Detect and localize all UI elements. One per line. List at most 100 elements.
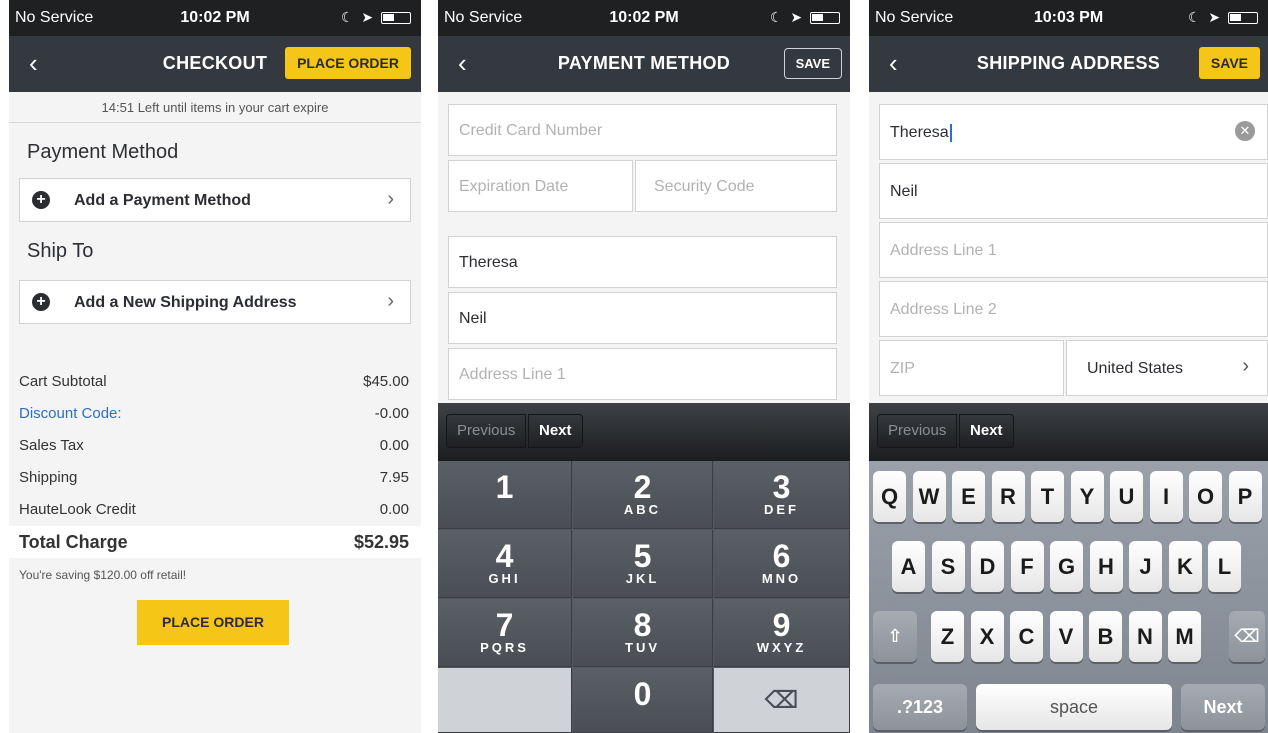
key-r[interactable]: R	[991, 471, 1025, 522]
add-payment-method-row[interactable]: + Add a Payment Method ›	[19, 178, 411, 222]
key-g[interactable]: G	[1050, 541, 1083, 592]
key-0[interactable]: 0	[573, 668, 713, 733]
key-w[interactable]: W	[912, 471, 946, 522]
save-button[interactable]: SAVE	[1198, 47, 1260, 79]
country-value: United States	[1087, 360, 1184, 377]
qwerty-keyboard: ⇧ ⌫ .?123 space Next QWERTYUIOP ASDFGHJKL…	[869, 461, 1268, 733]
place-order-top-button[interactable]: PLACE ORDER	[285, 47, 411, 79]
add-shipping-address-row[interactable]: + Add a New Shipping Address ›	[19, 280, 411, 324]
ship-to-heading: Ship To	[27, 240, 94, 262]
total-value: $52.95	[353, 532, 409, 552]
address-line-2-placeholder: Address Line 2	[890, 301, 997, 318]
next-key[interactable]: Next	[1181, 684, 1265, 730]
payment-method-heading: Payment Method	[27, 141, 179, 163]
summary-row-subtotal: Cart Subtotal $45.00	[9, 366, 421, 398]
expiration-date-field[interactable]: Expiration Date	[448, 160, 633, 212]
key-p[interactable]: P	[1228, 471, 1262, 522]
key-6[interactable]: 6 MNO	[714, 530, 850, 598]
credit-card-field[interactable]: Credit Card Number	[448, 104, 837, 156]
first-name-value: Theresa	[890, 124, 952, 142]
key-y[interactable]: Y	[1070, 471, 1104, 522]
summary-value: 0.00	[379, 501, 409, 518]
address-line-1-field[interactable]: Address Line 1	[879, 222, 1268, 278]
savings-note: You're saving $120.00 off retail!	[19, 568, 187, 582]
chevron-right-icon: ›	[1242, 355, 1249, 377]
key-z[interactable]: Z	[931, 611, 964, 662]
expiration-placeholder: Expiration Date	[459, 178, 569, 195]
key-3[interactable]: 3 DEF	[714, 461, 850, 529]
discount-code-link[interactable]: Discount Code:	[19, 405, 122, 422]
nav-bar: ‹ PAYMENT METHOD SAVE	[438, 36, 850, 92]
last-name-field[interactable]: Neil	[448, 292, 837, 344]
first-name-value: Theresa	[459, 254, 518, 271]
key-d[interactable]: D	[971, 541, 1004, 592]
place-order-button[interactable]: PLACE ORDER	[137, 600, 289, 645]
key-8[interactable]: 8 TUV	[573, 599, 713, 667]
zip-placeholder: ZIP	[890, 360, 915, 377]
key-9[interactable]: 9 WXYZ	[714, 599, 850, 667]
last-name-value: Neil	[890, 183, 918, 200]
key-i[interactable]: I	[1149, 471, 1183, 522]
backspace-icon[interactable]: ⌫	[1229, 611, 1265, 662]
country-selector[interactable]: United States ›	[1066, 340, 1268, 396]
backspace-icon[interactable]: ⌫	[714, 668, 850, 733]
credit-card-placeholder: Credit Card Number	[459, 122, 603, 139]
key-u[interactable]: U	[1110, 471, 1143, 522]
key-1[interactable]: 1	[438, 461, 572, 529]
key-m[interactable]: M	[1168, 611, 1201, 662]
previous-field-button[interactable]: Previous	[446, 414, 527, 448]
first-name-field[interactable]: Theresa	[448, 236, 837, 288]
chevron-right-icon: ›	[387, 290, 394, 312]
key-l[interactable]: L	[1208, 541, 1241, 592]
key-2[interactable]: 2 ABC	[573, 461, 713, 529]
key-f[interactable]: F	[1010, 541, 1044, 592]
address-line-1-placeholder: Address Line 1	[459, 366, 566, 383]
space-key[interactable]: space	[976, 684, 1172, 730]
key-5[interactable]: 5 JKL	[573, 530, 713, 598]
last-name-field[interactable]: Neil	[879, 163, 1268, 219]
nav-bar: ‹ CHECKOUT PLACE ORDER	[9, 36, 421, 92]
summary-row-credit: HauteLook Credit 0.00	[9, 494, 421, 526]
key-n[interactable]: N	[1128, 611, 1162, 662]
key-e[interactable]: E	[952, 471, 985, 522]
key-s[interactable]: S	[931, 541, 965, 592]
security-code-field[interactable]: Security Code	[635, 160, 837, 212]
status-bar: No Service 10:02 PM ☾ ➤	[438, 0, 850, 36]
summary-value: 7.95	[379, 469, 409, 486]
key-k[interactable]: K	[1168, 541, 1202, 592]
next-field-button[interactable]: Next	[959, 414, 1014, 448]
clear-text-icon[interactable]: ✕	[1235, 121, 1255, 141]
key-c[interactable]: C	[1010, 611, 1043, 662]
key-b[interactable]: B	[1089, 611, 1122, 662]
previous-field-button[interactable]: Previous	[877, 414, 958, 448]
shift-key-icon[interactable]: ⇧	[873, 611, 917, 662]
first-name-field[interactable]: Theresa ✕	[879, 104, 1268, 160]
zip-field[interactable]: ZIP	[879, 340, 1064, 396]
key-o[interactable]: O	[1189, 471, 1222, 522]
address-line-1-field[interactable]: Address Line 1	[448, 348, 837, 400]
status-bar: No Service 10:03 PM ☾ ➤	[869, 0, 1268, 36]
order-summary: Cart Subtotal $45.00 Discount Code: -0.0…	[9, 366, 421, 592]
summary-label: Cart Subtotal	[19, 373, 107, 390]
summary-row-total: Total Charge $52.95	[9, 526, 421, 558]
key-v[interactable]: V	[1049, 611, 1083, 662]
address-line-2-field[interactable]: Address Line 2	[879, 281, 1268, 337]
key-x[interactable]: X	[970, 611, 1004, 662]
key-q[interactable]: Q	[873, 471, 906, 522]
battery-icon: ☾ ➤	[341, 9, 411, 26]
next-field-button[interactable]: Next	[528, 414, 583, 448]
battery-icon: ☾ ➤	[770, 9, 840, 26]
security-code-placeholder: Security Code	[654, 178, 755, 195]
numbers-key[interactable]: .?123	[873, 684, 967, 730]
save-button[interactable]: SAVE	[783, 48, 842, 79]
key-t[interactable]: T	[1031, 471, 1064, 522]
keyboard-accessory-bar: Previous Next	[869, 403, 1268, 461]
key-a[interactable]: A	[892, 541, 925, 592]
summary-label: Sales Tax	[19, 437, 84, 454]
key-j[interactable]: J	[1129, 541, 1162, 592]
key-4[interactable]: 4 GHI	[438, 530, 572, 598]
add-shipping-label: Add a New Shipping Address	[74, 294, 297, 311]
summary-value: 0.00	[379, 437, 409, 454]
key-7[interactable]: 7 PQRS	[438, 599, 572, 667]
key-h[interactable]: H	[1089, 541, 1123, 592]
